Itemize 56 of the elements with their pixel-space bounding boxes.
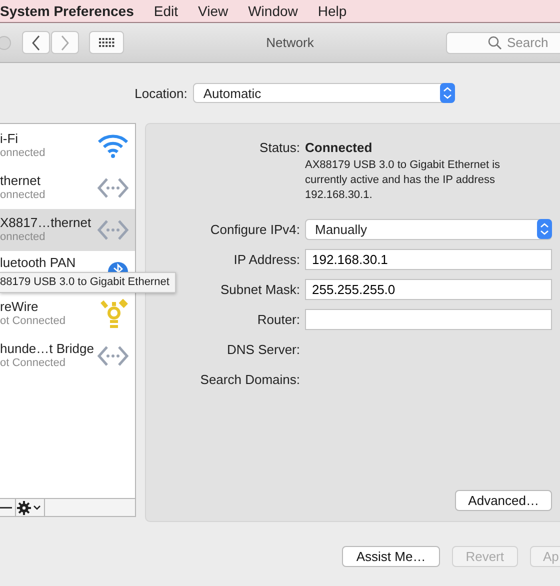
arrows-icon xyxy=(97,345,129,367)
action-menu-button[interactable] xyxy=(16,499,45,516)
service-status: ot Connected xyxy=(0,356,66,371)
chevron-left-icon xyxy=(31,34,41,50)
location-label: Location: xyxy=(134,86,188,100)
service-name: X8817…thernet xyxy=(0,215,92,230)
field-label: Subnet Mask: xyxy=(220,282,300,296)
advanced-button[interactable]: Advanced… xyxy=(455,490,552,511)
field-label: Router: xyxy=(256,312,300,326)
arrows-icon xyxy=(97,177,129,199)
menu-item[interactable]: Help xyxy=(308,3,357,19)
location-dropdown[interactable]: Automatic xyxy=(193,83,456,103)
field-label: DNS Server: xyxy=(226,342,300,356)
menu-item[interactable]: View xyxy=(188,3,238,19)
field-label: Search Domains: xyxy=(199,372,300,386)
input-field[interactable]: 192.168.30.1 xyxy=(305,248,552,270)
status-description: AX88179 USB 3.0 to Gigabit Ethernet is currently active and has the IP address 192.168.30.1. xyxy=(305,158,502,203)
search-field[interactable]: Search xyxy=(446,32,560,54)
stepper-icon xyxy=(440,83,456,103)
service-item[interactable]: hunde…t Bridge ot Connected xyxy=(0,335,135,377)
status-label: Status: xyxy=(258,140,300,155)
menu-item[interactable]: Edit xyxy=(144,3,188,19)
service-name: hunde…t Bridge xyxy=(0,341,94,356)
field-label: Configure IPv4: xyxy=(209,222,300,236)
service-status: onnected xyxy=(0,146,46,161)
tooltip: 88179 USB 3.0 to Gigabit Ethernet xyxy=(0,272,176,293)
arrows-icon xyxy=(97,219,129,241)
service-status: onnected xyxy=(0,230,46,245)
service-item[interactable]: i-Fi onnected xyxy=(0,125,135,167)
input-field[interactable]: 255.255.255.0 xyxy=(305,278,552,300)
window-title: Network xyxy=(265,35,315,50)
service-status: onnected xyxy=(0,188,46,203)
service-item[interactable]: thernet onnected xyxy=(0,167,135,209)
service-status: ot Connected xyxy=(0,314,66,329)
service-item[interactable]: reWire ot Connected xyxy=(0,293,135,335)
wifi-icon xyxy=(97,133,129,159)
remove-button[interactable] xyxy=(0,499,16,516)
service-name: i-Fi xyxy=(0,131,20,146)
chevron-right-icon xyxy=(60,34,70,50)
service-name: reWire xyxy=(0,299,40,314)
status-value: Connected xyxy=(305,140,372,155)
service-name: luetooth PAN xyxy=(0,255,76,270)
menu-item[interactable]: Window xyxy=(238,3,308,19)
back-button[interactable] xyxy=(22,31,50,54)
service-name: thernet xyxy=(0,173,42,188)
minus-icon xyxy=(0,506,12,508)
service-item[interactable]: X8817…thernet onnected xyxy=(0,209,135,251)
menu-item[interactable]: System Preferences xyxy=(0,3,144,19)
input-field[interactable] xyxy=(305,308,552,330)
action-button[interactable]: Assist Me… xyxy=(342,546,440,567)
grid-icon xyxy=(98,38,114,48)
show-all-button[interactable] xyxy=(89,31,124,54)
configure-dropdown[interactable]: Manually xyxy=(305,218,552,240)
field-label: IP Address: xyxy=(232,252,300,266)
stepper-icon xyxy=(537,219,552,239)
firewire-icon xyxy=(99,299,129,329)
